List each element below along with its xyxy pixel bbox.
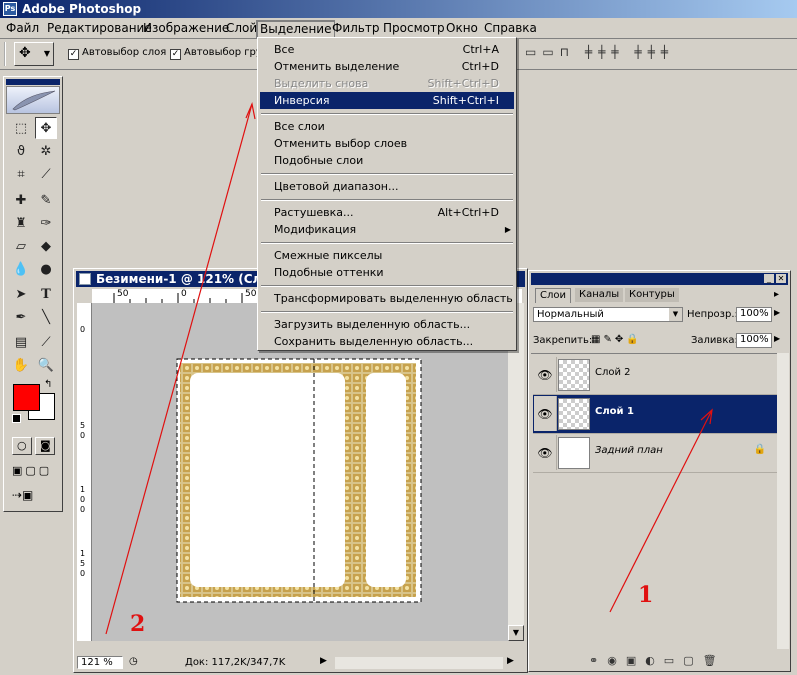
annotation-arrows (105, 101, 713, 635)
annotation-label-1: 1 (638, 582, 654, 608)
annotation-label-2: 2 (130, 611, 146, 637)
